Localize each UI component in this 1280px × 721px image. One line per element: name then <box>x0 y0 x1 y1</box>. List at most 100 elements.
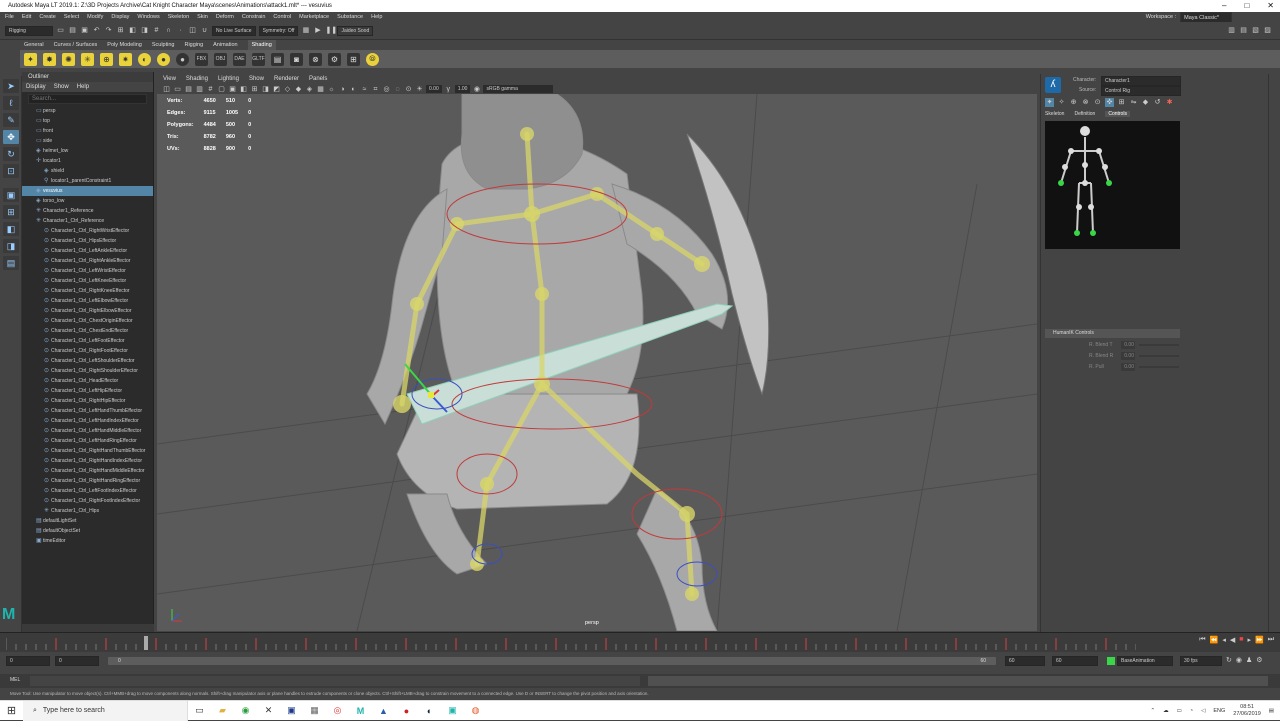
spot-light-icon[interactable]: ✦ <box>24 52 37 66</box>
select-effector-icon[interactable]: ✜ <box>1105 98 1114 107</box>
shelf-tab-sculpting[interactable]: Sculpting <box>152 40 175 50</box>
snap-view-icon[interactable]: ◫ <box>188 26 197 35</box>
key-icon[interactable]: ◆ <box>1141 98 1150 107</box>
menu-substance[interactable]: Substance <box>337 12 363 22</box>
gltf-icon[interactable]: GLTF <box>252 52 265 66</box>
step-forward-key-icon[interactable]: ⏩ <box>1255 636 1264 644</box>
new-scene-icon[interactable]: ▭ <box>56 26 65 35</box>
outliner-item[interactable]: ⊙ Character1_Ctrl_LeftHipEffector <box>22 386 153 396</box>
live-surface-field[interactable]: No Live Surface <box>212 25 256 36</box>
tab-definition[interactable]: Definition <box>1074 111 1095 117</box>
viewport-menu-renderer[interactable]: Renderer <box>274 74 299 84</box>
paint-select-icon[interactable]: ✎ <box>3 113 19 127</box>
character-set-icon[interactable]: ♟ <box>1246 656 1252 664</box>
single-perspective-icon[interactable]: ▣ <box>3 188 19 202</box>
color-management-icon[interactable]: ◉ <box>472 85 481 94</box>
photoshop-icon[interactable]: ▣ <box>280 701 303 721</box>
select-component-icon[interactable]: ◨ <box>140 26 149 35</box>
outliner-item[interactable]: ⊙ Character1_Ctrl_LeftFootEffector <box>22 336 153 346</box>
redo-icon[interactable]: ↷ <box>104 26 113 35</box>
shelf-tab-rigging[interactable]: Rigging <box>184 40 203 50</box>
outliner-item[interactable]: ▣timeEditor <box>22 536 153 546</box>
show-tool-settings-icon[interactable]: ▧ <box>1251 26 1260 35</box>
outliner-item[interactable]: ⊙ Character1_Ctrl_RightHandRingEffector <box>22 476 153 486</box>
viewport-menu-view[interactable]: View <box>163 74 176 84</box>
directional-light-icon[interactable]: ✺ <box>62 52 75 66</box>
bookmarks-icon[interactable]: ▤ <box>184 85 193 94</box>
outliner-hscrollbar[interactable] <box>22 624 154 632</box>
safe-title-icon[interactable]: ◩ <box>272 85 281 94</box>
user-account[interactable]: Jaideo Sood <box>337 25 374 36</box>
rotate-tool-icon[interactable]: ↻ <box>3 147 19 161</box>
snap-point-icon[interactable]: · <box>176 26 185 35</box>
outliner-item[interactable]: ⊙ Character1_Ctrl_RightWristEffector <box>22 226 153 236</box>
character-control-picker[interactable] <box>1045 121 1180 249</box>
outliner-item[interactable]: ◈ torso_low <box>22 196 153 206</box>
stop-icon[interactable]: ■ <box>1239 636 1243 644</box>
range-start-field[interactable]: 0 <box>55 656 99 666</box>
viewport-3d[interactable]: Verts: 4650 510 0 Edges: 9115 1005 0 Polygons: 44… <box>157 94 1037 631</box>
outliner-item[interactable]: ⊙ Character1_Ctrl_LeftElbowEffector <box>22 296 153 306</box>
outliner-item[interactable]: ⊙ Character1_Ctrl_LeftHandThumbEffector <box>22 406 153 416</box>
pin-translate-icon[interactable]: ⊕ <box>1069 98 1078 107</box>
pin-all-icon[interactable]: ⊙ <box>1093 98 1102 107</box>
reset-icon[interactable]: ↺ <box>1153 98 1162 107</box>
volume-icon[interactable]: ◁ <box>1201 708 1205 714</box>
hik-field-value[interactable]: 0.00 <box>1121 352 1135 360</box>
camera-attributes-icon[interactable]: ▭ <box>173 85 182 94</box>
viewport-menu-panels[interactable]: Panels <box>309 74 327 84</box>
clock[interactable]: 08:51 27/06/2019 <box>1233 704 1261 718</box>
menu-deform[interactable]: Deform <box>216 12 234 22</box>
menu-marketplace[interactable]: Marketplace <box>299 12 329 22</box>
calculator-icon[interactable]: ▦ <box>303 701 326 721</box>
viewport-menu-show[interactable]: Show <box>249 74 264 84</box>
menu-control[interactable]: Control <box>273 12 291 22</box>
mirror-icon[interactable]: ⇋ <box>1129 98 1138 107</box>
notifications-icon[interactable]: ▤ <box>1269 708 1274 714</box>
menu-skeleton[interactable]: Skeleton <box>168 12 189 22</box>
menu-select[interactable]: Select <box>64 12 79 22</box>
snap-grid-icon[interactable]: # <box>152 26 161 35</box>
shelf-tab-general[interactable]: General <box>24 40 44 50</box>
outliner-item[interactable]: ✳ Character1_Reference <box>22 206 153 216</box>
show-attribute-editor-icon[interactable]: ▤ <box>1239 26 1248 35</box>
xray-icon[interactable]: ◌ <box>393 85 402 94</box>
outliner-item[interactable]: ◈ shield <box>22 166 153 176</box>
chrome-icon[interactable]: ◉ <box>234 701 257 721</box>
smooth-shade-icon[interactable]: ◆ <box>294 85 303 94</box>
step-forward-frame-icon[interactable]: ▸ <box>1247 636 1251 644</box>
pin-rotate-icon[interactable]: ⊗ <box>1081 98 1090 107</box>
minimize-button[interactable]: – <box>1222 0 1226 12</box>
field-chart-icon[interactable]: ⊞ <box>250 85 259 94</box>
outliner-item[interactable]: ⊙ Character1_Ctrl_LeftHandMiddleEffector <box>22 426 153 436</box>
file-explorer-icon[interactable]: ▰ <box>211 701 234 721</box>
substance-icon[interactable]: ⦾ <box>366 52 379 66</box>
onedrive-icon[interactable]: ☁ <box>1163 708 1169 714</box>
shelf-tab-curves-surfaces[interactable]: Curves / Surfaces <box>54 40 98 50</box>
autokey-icon[interactable]: ◉ <box>1236 656 1242 664</box>
persp-graph-icon[interactable]: ◨ <box>3 239 19 253</box>
outliner-item[interactable]: ✛ locator1 <box>22 156 153 166</box>
outliner-item[interactable]: ◈ vesuvius <box>22 186 153 196</box>
app-x-icon[interactable]: ✕ <box>257 701 280 721</box>
four-view-icon[interactable]: ⊞ <box>3 205 19 219</box>
maya-lt-taskbar-icon[interactable]: ▣ <box>441 701 464 721</box>
playblast-icon[interactable]: ◙ <box>290 52 303 66</box>
language-indicator[interactable]: ENG <box>1213 708 1225 714</box>
menu-display[interactable]: Display <box>111 12 129 22</box>
outliner-item[interactable]: ◈ helmet_low <box>22 146 153 156</box>
camera-select-icon[interactable]: ◫ <box>162 85 171 94</box>
persp-outliner-icon[interactable]: ◧ <box>3 222 19 236</box>
outliner-search-input[interactable]: Search... <box>28 94 147 104</box>
blinn-icon[interactable]: ● <box>157 52 170 66</box>
shelf-tab-poly-modeling[interactable]: Poly Modeling <box>107 40 142 50</box>
shelf-tab-animation[interactable]: Animation <box>213 40 237 50</box>
options-icon[interactable]: ✱ <box>1165 98 1174 107</box>
go-to-end-icon[interactable]: ⏭ <box>1268 636 1274 644</box>
menu-modify[interactable]: Modify <box>87 12 103 22</box>
select-hierarchy-icon[interactable]: ⊞ <box>116 26 125 35</box>
viewport-menu-lighting[interactable]: Lighting <box>218 74 239 84</box>
snap-curve-icon[interactable]: ∩ <box>164 26 173 35</box>
recorder-icon[interactable]: ● <box>395 701 418 721</box>
outliner-item[interactable]: ▭top <box>22 116 153 126</box>
